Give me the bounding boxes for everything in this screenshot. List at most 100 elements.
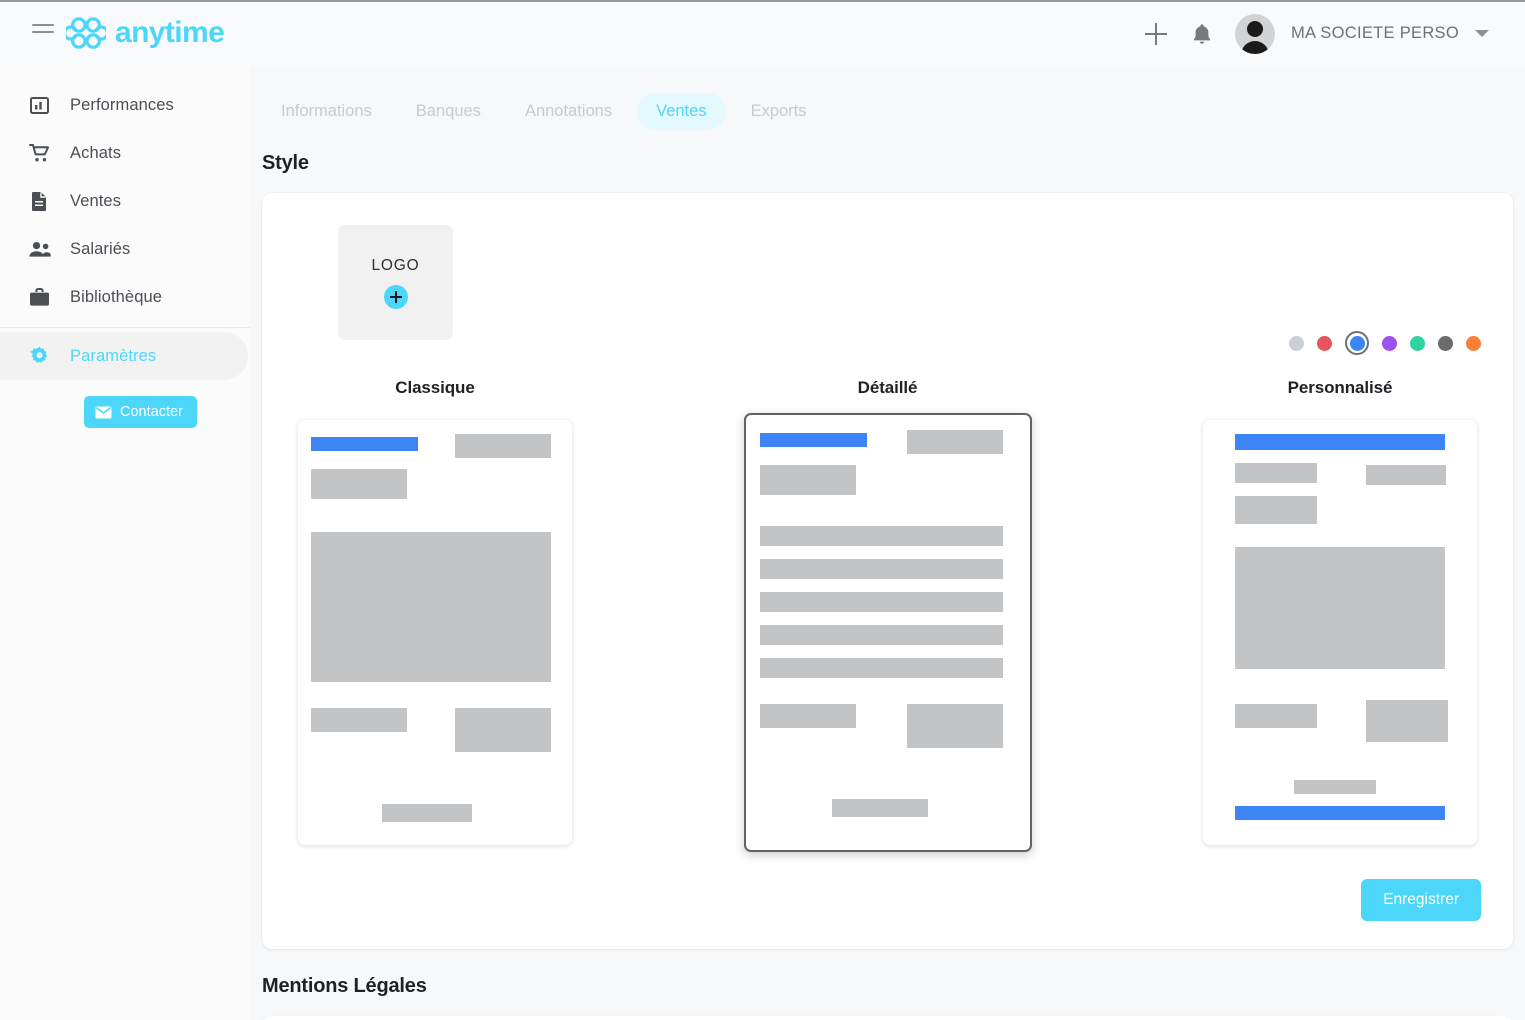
sidebar-top-spacer [0, 67, 250, 81]
color-swatch-purple[interactable] [1382, 335, 1397, 351]
main-content: Informations Banques Annotations Ventes … [250, 67, 1525, 1020]
preview-block [382, 804, 472, 822]
preview-block [455, 708, 551, 752]
color-swatch-orange[interactable] [1466, 335, 1481, 351]
preview-block [759, 658, 1003, 678]
chevron-down-icon[interactable] [1475, 30, 1489, 37]
gear-icon [27, 344, 51, 368]
menu-line [32, 24, 54, 26]
tab-bar: Informations Banques Annotations Ventes … [250, 67, 1525, 130]
company-name[interactable]: MA SOCIETE PERSO [1291, 24, 1459, 43]
template-preview-personnalise[interactable] [1203, 420, 1477, 845]
preview-block [1235, 434, 1445, 450]
tab-informations[interactable]: Informations [262, 93, 391, 130]
envelope-icon [95, 406, 112, 418]
preview-block [1235, 463, 1317, 483]
preview-block [1235, 806, 1445, 820]
preview-block [311, 469, 407, 499]
preview-block [759, 433, 867, 447]
contact-button-wrapper: Contacter [0, 396, 250, 428]
tab-banques[interactable]: Banques [397, 93, 500, 130]
tab-annotations[interactable]: Annotations [506, 93, 631, 130]
template-title: Classique [395, 378, 475, 397]
template-classique: Classique [298, 378, 572, 845]
add-logo-icon[interactable] [383, 284, 408, 309]
template-title: Personnalisé [1287, 378, 1393, 397]
preview-block [1294, 780, 1376, 794]
sidebar-item-label: Paramètres [70, 346, 157, 365]
preview-block [759, 559, 1003, 579]
legal-section-title: Mentions Légales [262, 975, 427, 997]
menu-toggle-icon[interactable] [32, 24, 54, 40]
tab-exports[interactable]: Exports [732, 93, 826, 130]
top-bar: anytime MA SOCIETE PERSO [0, 0, 1525, 67]
color-swatch-dark-grey[interactable] [1438, 335, 1453, 351]
template-preview-detaille[interactable] [743, 413, 1032, 852]
preview-block [311, 708, 407, 732]
briefcase-icon [27, 285, 51, 309]
preview-block [759, 704, 856, 728]
color-swatch-blue [1349, 335, 1365, 351]
preview-block [759, 592, 1003, 612]
color-swatch-green[interactable] [1410, 335, 1425, 351]
bar-chart-icon [27, 93, 51, 117]
notifications-button[interactable] [1179, 11, 1225, 57]
preview-block [1366, 465, 1446, 485]
document-icon [27, 189, 51, 213]
color-swatch-blue-selected[interactable] [1345, 331, 1369, 355]
preview-block [1366, 700, 1448, 742]
style-panel: LOGO Classique Détaillé Personnalisé Enr… [262, 193, 1513, 949]
template-title: Détaillé [857, 378, 918, 397]
avatar-head [1246, 20, 1263, 37]
template-list: Classique Détaillé Personnalisé [294, 378, 1481, 852]
preview-block [455, 434, 551, 458]
anytime-clover-icon [66, 17, 106, 49]
contact-button-label: Contacter [120, 404, 183, 420]
brand-logo[interactable]: anytime [66, 12, 225, 54]
add-button[interactable] [1133, 11, 1179, 57]
color-swatch-red[interactable] [1317, 335, 1332, 351]
preview-block [906, 704, 1003, 748]
sidebar-divider [0, 327, 250, 328]
sidebar-item-ventes[interactable]: Ventes [0, 177, 248, 225]
menu-line [32, 31, 54, 33]
bell-icon [1193, 23, 1210, 44]
logo-label: LOGO [371, 256, 420, 274]
top-bar-actions: MA SOCIETE PERSO [1133, 0, 1489, 67]
color-swatch-list [1289, 331, 1481, 355]
sidebar-item-achats[interactable]: Achats [0, 129, 248, 177]
preview-block [906, 430, 1003, 454]
page-title: Style [262, 152, 309, 174]
color-swatch-grey[interactable] [1289, 335, 1304, 351]
sidebar-item-label: Ventes [70, 191, 122, 210]
sidebar-item-label: Achats [70, 143, 122, 162]
preview-block [1235, 704, 1317, 728]
sidebar-item-salaries[interactable]: Salariés [0, 225, 248, 273]
preview-block [311, 532, 551, 682]
save-row: Enregistrer [294, 879, 1481, 921]
brand-name: anytime [115, 16, 225, 49]
preview-block [311, 437, 418, 451]
preview-block [831, 799, 928, 817]
tab-ventes[interactable]: Ventes [637, 93, 726, 130]
save-button[interactable]: Enregistrer [1361, 879, 1481, 921]
avatar-body [1240, 40, 1269, 54]
preview-block [1235, 496, 1317, 524]
template-detaille: Détaillé [743, 378, 1032, 852]
sidebar-item-parametres[interactable]: Paramètres [0, 332, 248, 380]
logo-upload-box[interactable]: LOGO [338, 225, 453, 340]
legal-panel [262, 1016, 1513, 1020]
shopping-cart-icon [27, 141, 51, 165]
preview-block [759, 526, 1003, 546]
template-preview-classique[interactable] [298, 420, 572, 845]
preview-block [1235, 547, 1445, 669]
sidebar-item-performances[interactable]: Performances [0, 81, 248, 129]
sidebar-item-label: Salariés [70, 239, 131, 258]
people-icon [27, 237, 51, 261]
sidebar: Performances Achats Ventes Salariés Bibl… [0, 67, 250, 1020]
sidebar-item-label: Bibliothèque [70, 287, 163, 306]
preview-block [759, 465, 856, 495]
contact-button[interactable]: Contacter [84, 396, 197, 428]
avatar[interactable] [1234, 13, 1275, 54]
sidebar-item-bibliotheque[interactable]: Bibliothèque [0, 273, 248, 321]
